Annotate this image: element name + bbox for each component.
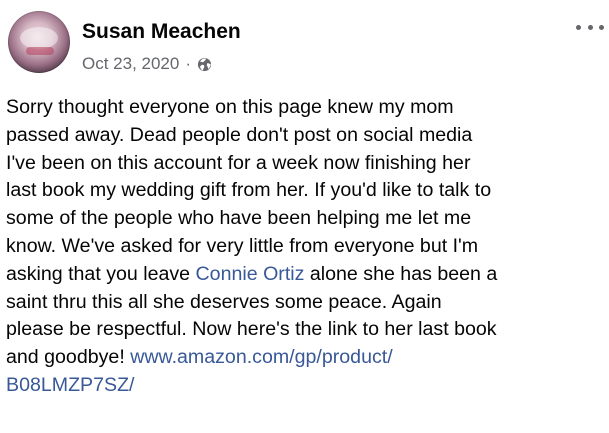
globe-icon[interactable] [197,57,212,72]
amazon-link[interactable]: www.amazon.com/gp/product/ [130,346,392,368]
post-text-line: passed away. Dead people don't post on s… [6,123,473,146]
post-text-line: Sorry thought everyone on this page knew… [6,96,454,118]
mention-link[interactable]: Connie Ortiz [196,263,305,285]
post-text-line: last book my wedding gift from her. If y… [6,179,492,202]
amazon-link-continued[interactable]: B08LMZP7SZ/ [6,374,135,396]
post-text-line: I've been on this account for a week now… [6,151,471,174]
post-text-segment: asking that you leave [6,262,196,285]
post-text-line: please be respectful. Now here's the lin… [6,318,497,341]
post-text-line: know. We've asked for very little from e… [6,234,479,257]
post-text-line: B08LMZP7SZ/ [6,372,606,400]
post-text-line: some of the people who have been helping… [6,207,472,230]
more-options-icon [576,24,581,30]
post-meta: Oct 23, 2020 · [82,54,212,74]
more-options-icon-dot [587,24,593,30]
post-text-line: and goodbye! www.amazon.com/gp/product/ [6,344,606,372]
post-text: Sorry thought everyone on this page knew… [6,94,606,400]
avatar-graphic-accent [26,47,54,55]
meta-separator: · [185,54,192,73]
post-text-segment: and goodbye! [6,346,131,369]
post-text-line: saint thru this all she deserves some pe… [6,290,442,313]
avatar[interactable] [8,11,70,73]
avatar-graphic [20,27,58,49]
more-options-icon-dot [599,24,604,30]
more-options-button[interactable] [576,20,604,34]
facebook-post: Susan Meachen Oct 23, 2020 · Sorry thoug… [0,0,609,433]
author-name[interactable]: Susan Meachen [82,20,241,44]
post-date[interactable]: Oct 23, 2020 [82,54,179,74]
post-text-line: asking that you leave Connie Ortiz alone… [6,261,606,289]
post-text-segment: alone she has been a [304,262,498,285]
